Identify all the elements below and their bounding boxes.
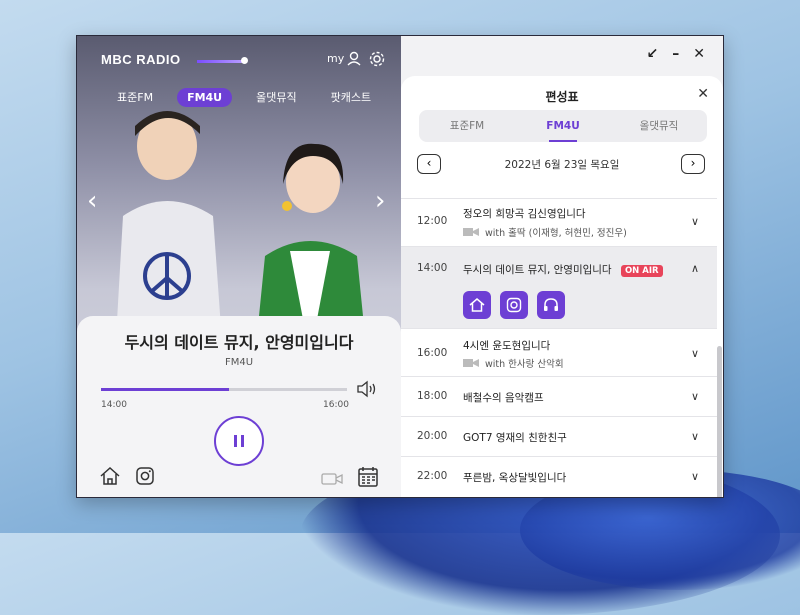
channel-tab-podcast[interactable]: 팟캐스트 bbox=[321, 86, 381, 108]
row-program-name: GOT7 영재의 친한친구 bbox=[463, 432, 567, 444]
instagram-icon[interactable] bbox=[135, 466, 155, 486]
row-sub-text: with 홀딱 (이재형, 허현민, 정진우) bbox=[485, 228, 627, 239]
pause-icon-bar bbox=[241, 435, 244, 447]
schedule-row[interactable]: 22:00 푸른밤, 옥상달빛입니다 ∨ bbox=[401, 456, 717, 496]
expand-chevron-icon[interactable]: ∨ bbox=[691, 215, 699, 228]
start-time: 14:00 bbox=[101, 400, 127, 410]
row-time: 12:00 bbox=[417, 215, 448, 227]
end-time: 16:00 bbox=[323, 400, 349, 410]
pause-icon-bar bbox=[234, 435, 237, 447]
row-program-title: 두시의 데이트 뮤지, 안영미입니다 bbox=[463, 264, 612, 276]
next-date-button[interactable]: › bbox=[681, 154, 705, 174]
my-account-button[interactable]: my bbox=[327, 50, 362, 66]
schedule-row-onair[interactable]: 14:00 두시의 데이트 뮤지, 안영미입니다 ON AIR ∧ bbox=[401, 246, 717, 328]
row-program-name: 정오의 희망곡 김신영입니다 bbox=[463, 208, 586, 220]
expand-chevron-icon[interactable]: ∨ bbox=[691, 470, 699, 483]
my-label: my bbox=[327, 51, 345, 65]
program-instagram-button[interactable] bbox=[500, 291, 528, 319]
logo-line bbox=[197, 60, 243, 63]
close-window-icon[interactable]: ✕ bbox=[693, 46, 705, 62]
channel-tab-allthat-music[interactable]: 올댓뮤직 bbox=[246, 86, 306, 108]
schedule-scrollbar[interactable] bbox=[717, 346, 722, 497]
progress-bar[interactable] bbox=[101, 388, 347, 391]
schedule-channel-tabs: 표준FM FM4U 올댓뮤직 bbox=[419, 110, 707, 142]
schedule-pane: ↙ – ✕ 편성표 ✕ 표준FM FM4U 올댓뮤직 ‹ 2022년 6월 23… bbox=[401, 36, 723, 497]
row-time: 22:00 bbox=[417, 470, 448, 482]
gear-icon[interactable] bbox=[368, 50, 386, 68]
collapse-icon[interactable]: ↙ bbox=[647, 46, 659, 62]
channel-tab-fm4u[interactable]: FM4U bbox=[177, 87, 233, 107]
row-program-name: 두시의 데이트 뮤지, 안영미입니다 ON AIR bbox=[463, 262, 663, 277]
prev-slide-arrow[interactable]: ‹ bbox=[87, 186, 97, 216]
home-icon[interactable] bbox=[99, 466, 121, 486]
program-home-button[interactable] bbox=[463, 291, 491, 319]
now-playing-card: 두시의 데이트 뮤지, 안영미입니다 FM4U 14:00 16:00 bbox=[77, 316, 401, 497]
video-camera-icon bbox=[463, 359, 479, 367]
radio-app-window: MBC RADIO my 표준FM FM4U 올댓뮤직 팟캐스트 ‹ › 두시의… bbox=[76, 35, 724, 498]
expand-chevron-icon[interactable]: ∨ bbox=[691, 390, 699, 403]
row-program-name: 4시엔 윤도현입니다 bbox=[463, 340, 551, 352]
schedule-row[interactable]: 18:00 배철수의 음악캠프 ∨ bbox=[401, 376, 717, 416]
expand-chevron-icon[interactable]: ∨ bbox=[691, 430, 699, 443]
pause-button[interactable] bbox=[214, 416, 264, 466]
video-camera-icon bbox=[463, 228, 479, 236]
row-guest-info: with 한사랑 산악회 bbox=[463, 356, 564, 370]
volume-icon[interactable] bbox=[356, 380, 378, 398]
user-icon bbox=[347, 51, 361, 66]
minimize-icon[interactable]: – bbox=[672, 46, 679, 62]
logo-dot bbox=[241, 57, 248, 64]
schedule-list: 12:00 정오의 희망곡 김신영입니다 with 홀딱 (이재형, 허현민, … bbox=[401, 198, 717, 496]
schedule-tab-allthat-music[interactable]: 올댓뮤직 bbox=[611, 110, 707, 142]
window-controls: ↙ – ✕ bbox=[647, 46, 705, 62]
row-time: 18:00 bbox=[417, 390, 448, 402]
program-podcast-button[interactable] bbox=[537, 291, 565, 319]
instagram-icon bbox=[506, 297, 522, 313]
mbc-radio-logo: MBC RADIO bbox=[101, 52, 181, 67]
row-program-name: 배철수의 음악캠프 bbox=[463, 392, 544, 404]
row-time: 20:00 bbox=[417, 430, 448, 442]
now-playing-title: 두시의 데이트 뮤지, 안영미입니다 bbox=[124, 333, 354, 352]
row-guest-info: with 홀딱 (이재형, 허현민, 정진우) bbox=[463, 225, 627, 239]
row-time: 14:00 bbox=[417, 262, 448, 274]
row-sub-text: with 한사랑 산악회 bbox=[485, 359, 564, 370]
schedule-row[interactable]: 20:00 GOT7 영재의 친한친구 ∨ bbox=[401, 416, 717, 456]
progress-fill bbox=[101, 388, 229, 391]
schedule-row[interactable]: 16:00 4시엔 윤도현입니다 with 한사랑 산악회 ∨ bbox=[401, 328, 717, 376]
schedule-tab-fm4u[interactable]: FM4U bbox=[515, 110, 611, 142]
now-playing-channel: FM4U bbox=[224, 357, 254, 368]
schedule-row[interactable]: 12:00 정오의 희망곡 김신영입니다 with 홀딱 (이재형, 허현민, … bbox=[401, 198, 717, 246]
on-air-badge: ON AIR bbox=[620, 265, 663, 277]
schedule-tab-standard-fm[interactable]: 표준FM bbox=[419, 110, 515, 142]
schedule-title: 편성표 bbox=[545, 90, 579, 104]
expand-chevron-icon[interactable]: ∨ bbox=[691, 347, 699, 360]
schedule-icon[interactable] bbox=[357, 466, 379, 488]
home-icon bbox=[469, 298, 485, 312]
schedule-date: 2022년 6월 23일 목요일 bbox=[504, 159, 620, 171]
row-program-name: 푸른밤, 옥상달빛입니다 bbox=[463, 472, 567, 484]
row-time: 16:00 bbox=[417, 347, 448, 359]
headphones-icon bbox=[544, 298, 558, 311]
collapse-chevron-icon[interactable]: ∧ bbox=[691, 262, 699, 275]
player-pane: MBC RADIO my 표준FM FM4U 올댓뮤직 팟캐스트 ‹ › 두시의… bbox=[77, 36, 401, 497]
channel-tab-standard-fm[interactable]: 표준FM bbox=[107, 86, 163, 108]
video-camera-icon[interactable] bbox=[321, 472, 343, 486]
next-slide-arrow[interactable]: › bbox=[375, 186, 385, 216]
schedule-panel: 편성표 ✕ 표준FM FM4U 올댓뮤직 ‹ 2022년 6월 23일 목요일 … bbox=[401, 76, 723, 497]
channel-tabs: 표준FM FM4U 올댓뮤직 팟캐스트 bbox=[107, 86, 381, 108]
close-schedule-icon[interactable]: ✕ bbox=[697, 86, 709, 102]
